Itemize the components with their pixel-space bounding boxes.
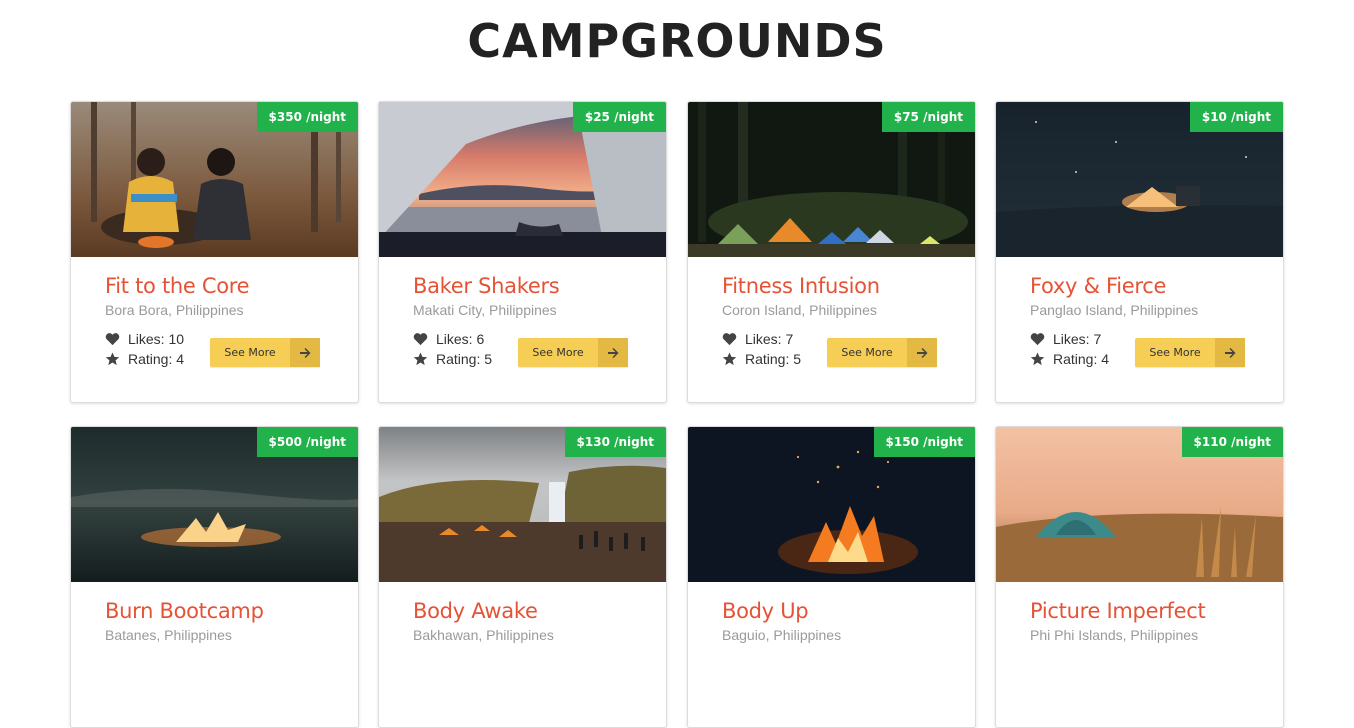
campground-location: Makati City, Philippines [413,302,557,318]
campground-name[interactable]: Body Up [722,599,809,623]
likes-stat: Likes: 7 [722,331,793,347]
price-badge: $10 /night [1189,102,1283,132]
campground-photo[interactable]: $150 /night [688,427,975,582]
campground-photo[interactable]: $350 /night [71,102,358,257]
see-more-label: See More [224,346,276,359]
see-more-button[interactable]: See More [210,338,320,367]
campground-photo[interactable]: $110 /night [996,427,1283,582]
price-badge: $350 /night [256,102,358,132]
star-icon [105,352,120,366]
likes-count: Likes: 7 [1053,331,1102,347]
see-more-button[interactable]: See More [518,338,628,367]
price-badge: $130 /night [564,427,666,457]
heart-icon [105,333,120,346]
arrow-right-icon [598,338,628,367]
see-more-label: See More [532,346,584,359]
campground-name[interactable]: Fit to the Core [105,274,250,298]
rating-value: Rating: 5 [436,351,493,367]
campground-card[interactable]: $350 /night Fit to the Core Bora Bora, P… [70,101,359,403]
heart-icon [1030,333,1045,346]
campground-location: Panglao Island, Philippines [1030,302,1199,318]
campground-card[interactable]: $500 /night Burn Bootcamp Batanes, Phili… [70,426,359,728]
campground-photo[interactable]: $500 /night [71,427,358,582]
likes-stat: Likes: 7 [1030,331,1101,347]
see-more-label: See More [841,346,893,359]
price-badge: $75 /night [881,102,975,132]
rating-stat: Rating: 4 [1030,351,1109,367]
campground-card[interactable]: $150 /night Body Up Baguio, Philippines [687,426,976,728]
campground-location: Phi Phi Islands, Philippines [1030,627,1199,643]
likes-count: Likes: 6 [436,331,485,347]
price-badge: $150 /night [873,427,975,457]
campground-name[interactable]: Picture Imperfect [1030,599,1206,623]
campground-card[interactable]: $110 /night Picture Imperfect Phi Phi Is… [995,426,1284,728]
heart-icon [413,333,428,346]
campground-photo[interactable]: $75 /night [688,102,975,257]
star-icon [413,352,428,366]
arrow-right-icon [1215,338,1245,367]
campground-photo[interactable]: $130 /night [379,427,666,582]
heart-icon [722,333,737,346]
arrow-right-icon [907,338,937,367]
campground-photo[interactable]: $10 /night [996,102,1283,257]
campground-photo[interactable]: $25 /night [379,102,666,257]
price-badge: $25 /night [572,102,666,132]
rating-stat: Rating: 4 [105,351,184,367]
campground-card[interactable]: $75 /night Fitness Infusion Coron Island… [687,101,976,403]
rating-stat: Rating: 5 [413,351,492,367]
campground-location: Baguio, Philippines [722,627,842,643]
campground-card[interactable]: $25 /night Baker Shakers Makati City, Ph… [378,101,667,403]
campground-name[interactable]: Foxy & Fierce [1030,274,1166,298]
rating-value: Rating: 4 [1053,351,1110,367]
rating-value: Rating: 5 [745,351,802,367]
star-icon [722,352,737,366]
arrow-right-icon [290,338,320,367]
star-icon [1030,352,1045,366]
likes-stat: Likes: 6 [413,331,484,347]
campground-location: Coron Island, Philippines [722,302,877,318]
rating-value: Rating: 4 [128,351,185,367]
campground-name[interactable]: Baker Shakers [413,274,560,298]
campground-name[interactable]: Burn Bootcamp [105,599,264,623]
price-badge: $500 /night [256,427,358,457]
likes-count: Likes: 7 [745,331,794,347]
campground-location: Bora Bora, Philippines [105,302,244,318]
campground-location: Batanes, Philippines [105,627,232,643]
campground-card[interactable]: $10 /night Foxy & Fierce Panglao Island,… [995,101,1284,403]
campground-location: Bakhawan, Philippines [413,627,554,643]
see-more-button[interactable]: See More [1135,338,1245,367]
campground-name[interactable]: Fitness Infusion [722,274,880,298]
campground-name[interactable]: Body Awake [413,599,538,623]
price-badge: $110 /night [1181,427,1283,457]
likes-count: Likes: 10 [128,331,185,347]
rating-stat: Rating: 5 [722,351,801,367]
campground-card[interactable]: $130 /night Body Awake Bakhawan, Philipp… [378,426,667,728]
see-more-button[interactable]: See More [827,338,937,367]
page-title: CAMPGROUNDS [467,14,887,68]
see-more-label: See More [1149,346,1201,359]
likes-stat: Likes: 10 [105,331,184,347]
